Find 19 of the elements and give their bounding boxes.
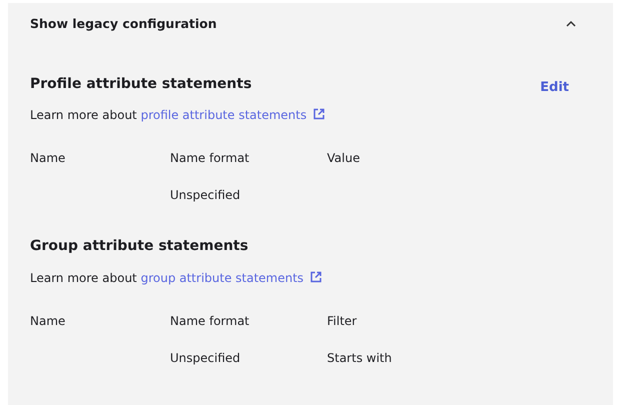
edit-button[interactable]: Edit xyxy=(540,78,569,98)
learn-more-link[interactable]: group attribute statements xyxy=(140,270,322,284)
section-heading: Profile attribute statements xyxy=(30,75,252,94)
column-header: Name format xyxy=(170,150,250,167)
learn-more-link[interactable]: profile attribute statements xyxy=(140,108,325,122)
column-header: Name xyxy=(30,150,66,167)
column-header: Value xyxy=(327,150,360,167)
table-cell: Unspecified xyxy=(170,188,240,202)
learn-more-text: Learn more about group attribute statements xyxy=(30,268,569,286)
table-cell: Starts with xyxy=(327,351,392,365)
column-header: Name xyxy=(30,313,66,330)
learn-more-text: Learn more about profile attribute statements xyxy=(30,106,569,124)
column-header: Filter xyxy=(327,313,357,330)
column-header: Name format xyxy=(170,313,250,330)
section-heading: Group attribute statements xyxy=(30,236,248,256)
table-cell: Unspecified xyxy=(170,351,240,365)
external-link-icon xyxy=(310,270,322,282)
external-link-icon xyxy=(312,108,325,120)
section-title: Show legacy configuration xyxy=(30,14,217,33)
